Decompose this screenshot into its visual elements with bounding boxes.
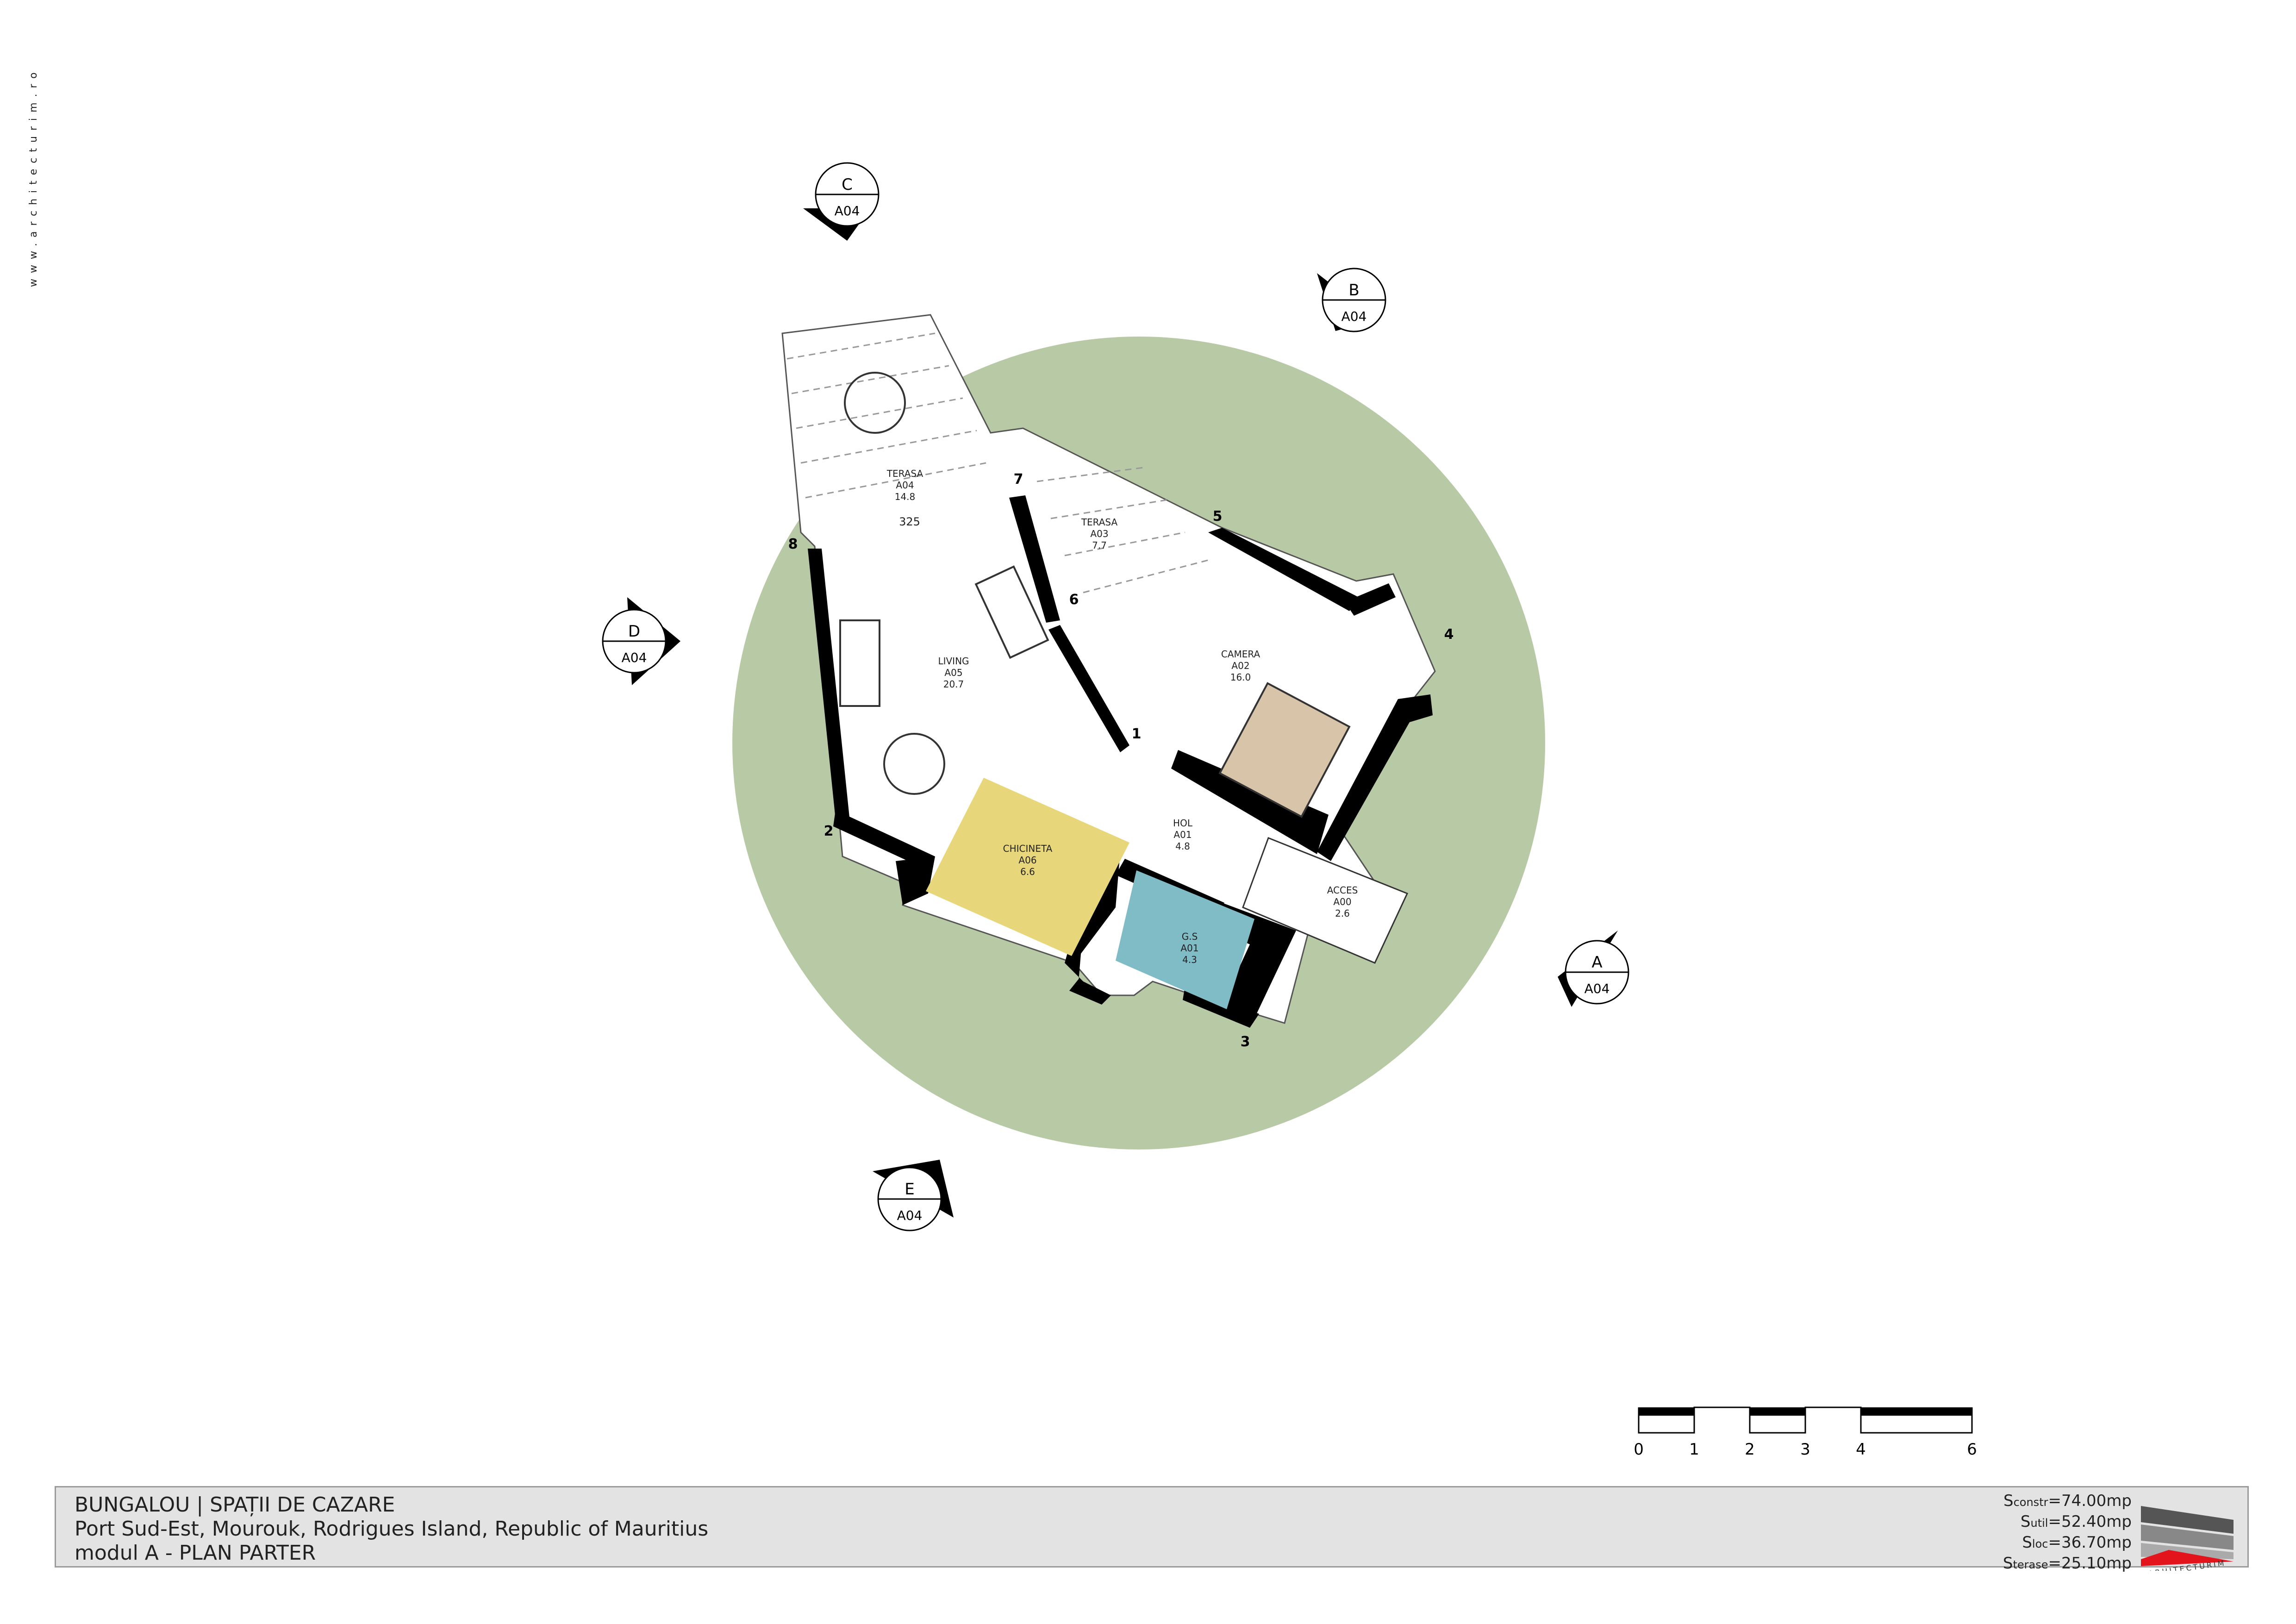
scale-tick: 1	[1689, 1440, 1699, 1458]
section-letter: B	[1348, 281, 1359, 300]
room-name: CHICINETA	[1003, 843, 1053, 854]
section-letter: E	[905, 1180, 914, 1199]
room-code: A06	[1018, 855, 1036, 866]
section-marker-e[interactable]: E A04	[873, 1160, 954, 1231]
scale-tick: 6	[1967, 1440, 1977, 1458]
section-sheet: A04	[622, 650, 647, 665]
section-letter: D	[628, 622, 640, 641]
section-marker-b[interactable]: B A04	[1317, 268, 1386, 332]
section-marker-a[interactable]: A A04	[1558, 931, 1629, 1007]
section-sheet: A04	[897, 1208, 923, 1223]
project-title: BUNGALOU | SPAȚII DE CAZARE	[75, 1493, 395, 1517]
area-loc: Sloc=36.70mp	[2022, 1533, 2132, 1552]
room-area: 6.6	[1020, 866, 1035, 877]
room-name: G.S	[1182, 931, 1198, 942]
section-sheet: A04	[1341, 309, 1367, 324]
room-name: CAMERA	[1221, 649, 1260, 660]
room-code: A01	[1180, 943, 1198, 954]
corner-number-3: 3	[1241, 1034, 1250, 1050]
room-name: LIVING	[938, 656, 969, 667]
room-name: ACCES	[1327, 885, 1358, 896]
section-marker-c[interactable]: C A04	[803, 162, 880, 241]
room-area: 20.7	[943, 679, 964, 690]
room-name: HOL	[1173, 818, 1193, 829]
room-code: A03	[1090, 528, 1108, 539]
room-area: 2.6	[1335, 908, 1350, 919]
room-label-gs: G.SA014.3	[1180, 931, 1198, 965]
room-code: A01	[1173, 829, 1192, 840]
room-code: A04	[896, 480, 914, 491]
sheet-name: modul A - PLAN PARTER	[75, 1541, 316, 1565]
architecturim-logo: ARHITECTURIM	[2141, 1506, 2234, 1571]
corner-number-1: 1	[1132, 726, 1142, 742]
watermark-url: www.architecturim.ro	[28, 65, 46, 287]
corner-number-6: 6	[1069, 592, 1079, 608]
scale-tick: 0	[1634, 1440, 1644, 1458]
room-name: TERASA	[1081, 517, 1118, 528]
corner-number-8: 8	[788, 536, 798, 552]
room-area: 16.0	[1230, 672, 1251, 683]
area-util: Sutil=52.40mp	[2020, 1512, 2132, 1531]
area-terase: Sterase=25.10mp	[2003, 1554, 2132, 1573]
scale-tick: 2	[1745, 1440, 1755, 1458]
section-marker-d[interactable]: D A04	[602, 597, 680, 685]
room-area: 4.8	[1175, 841, 1190, 852]
section-sheet: A04	[835, 203, 860, 219]
corner-number-5: 5	[1213, 508, 1223, 525]
section-sheet: A04	[1585, 981, 1610, 996]
project-location: Port Sud-Est, Mourouk, Rodrigues Island,…	[75, 1517, 709, 1541]
corner-number-4: 4	[1444, 626, 1454, 643]
dimension-label: 325	[899, 515, 920, 528]
room-area: 14.8	[895, 491, 916, 502]
room-name: TERASA	[886, 468, 923, 479]
corner-number-2: 2	[824, 823, 834, 839]
section-letter: A	[1591, 953, 1602, 972]
watermark-text: www.architecturim.ro	[28, 67, 39, 287]
scale-tick: 4	[1856, 1440, 1866, 1458]
scale-tick: 3	[1800, 1440, 1810, 1458]
room-code: A05	[944, 667, 962, 678]
room-area: 4.3	[1182, 954, 1197, 965]
corner-number-7: 7	[1014, 471, 1023, 487]
room-label-hol: HOLA014.8	[1173, 818, 1193, 852]
scale-segment	[1750, 1407, 1805, 1416]
scale-bar: 0 1 2 3 4 6	[1634, 1406, 1977, 1458]
floor-plan: TERASAA0414.8 TERASAA037.7 LIVINGA0520.7…	[602, 162, 1629, 1231]
room-code: A02	[1231, 660, 1249, 671]
area-constr: Sconstr=74.00mp	[2003, 1492, 2132, 1510]
title-block: BUNGALOU | SPAȚII DE CAZARE Port Sud-Est…	[55, 1486, 2249, 1573]
room-area: 7.7	[1092, 540, 1107, 551]
section-letter: C	[842, 175, 853, 194]
scale-segment	[1861, 1407, 1972, 1416]
area-summary: Sconstr=74.00mp Sutil=52.40mp Sloc=36.70…	[2003, 1491, 2132, 1574]
scale-segment	[1639, 1407, 1694, 1416]
room-code: A00	[1333, 896, 1351, 907]
